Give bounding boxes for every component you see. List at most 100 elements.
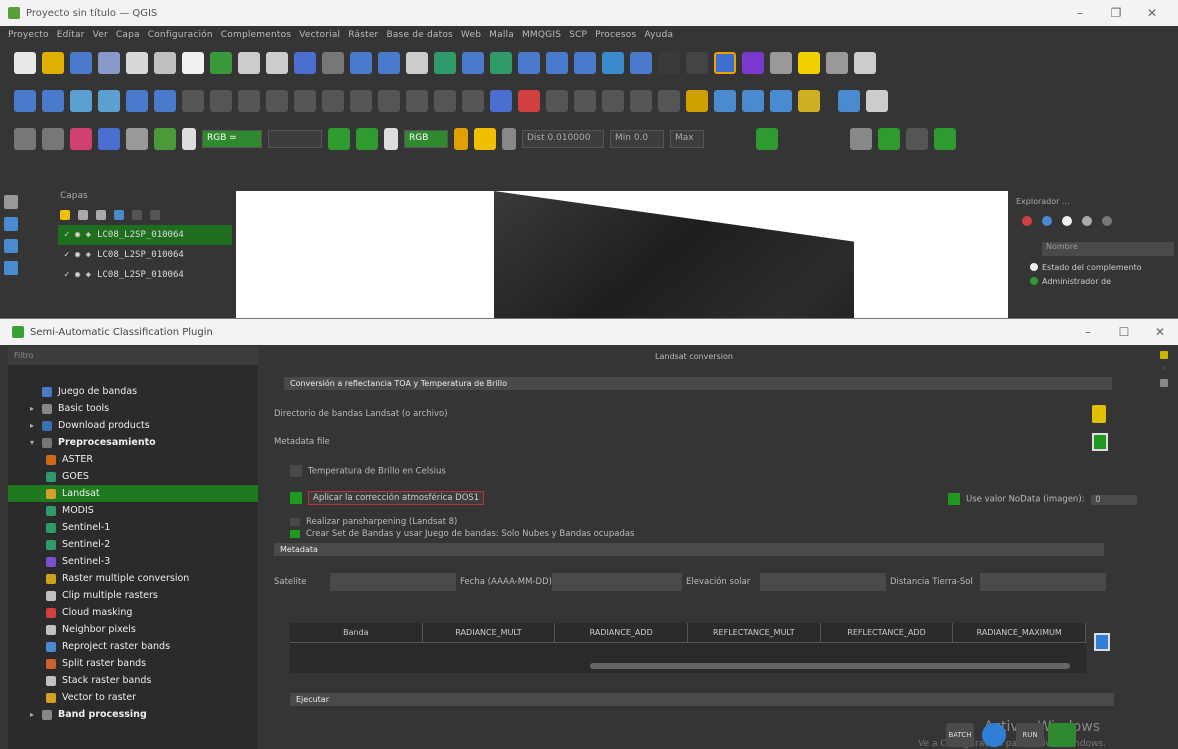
select-icon[interactable] (658, 52, 680, 74)
plugin-3-icon[interactable] (838, 90, 860, 112)
tips-icon[interactable] (854, 52, 876, 74)
dos1-option[interactable]: Aplicar la corrección atmosférica DOS1 (290, 491, 485, 505)
redo-icon[interactable] (322, 90, 344, 112)
scp-tool-2-icon[interactable] (574, 90, 596, 112)
minimize-icon[interactable]: – (1062, 6, 1098, 20)
dos1-checkbox[interactable] (290, 491, 302, 504)
new-project-icon[interactable] (14, 52, 36, 74)
max-input[interactable]: Max (670, 130, 704, 148)
menu-vectorial[interactable]: Vectorial (299, 30, 340, 40)
layer-style-icon[interactable] (60, 210, 70, 220)
rgb-select[interactable]: RGB = (202, 130, 262, 148)
scp-add-icon[interactable] (474, 128, 496, 150)
create-bandset-option[interactable]: Crear Set de Bandas y usar Juego de band… (290, 529, 634, 539)
layer-item[interactable]: ✓ ◉ ◈ LC08_L2SP_010064 (58, 245, 232, 265)
scp-menu-item[interactable]: ▸ Download products (8, 417, 258, 434)
browser-row[interactable]: Estado del complemento (1012, 260, 1178, 274)
paste-icon[interactable] (266, 90, 288, 112)
search-icon[interactable] (826, 52, 848, 74)
column-header[interactable]: RADIANCE_MULT (423, 623, 556, 642)
zoom-next-icon[interactable] (434, 52, 456, 74)
nodata-option[interactable]: Use valor NoData (imagen): 0 (948, 493, 1138, 505)
column-header[interactable]: RADIANCE_MAXIMUM (953, 623, 1087, 642)
scp-layers-icon[interactable] (14, 128, 36, 150)
scp-menu-item[interactable]: Vector to raster (8, 689, 258, 706)
new-3d-view-icon[interactable] (490, 52, 512, 74)
copy-icon[interactable] (238, 90, 260, 112)
menu-scp[interactable]: SCP (569, 30, 587, 40)
rgb-select-2[interactable]: RGB (404, 130, 448, 148)
label-change-icon[interactable] (462, 90, 484, 112)
scp-side-tool-icon[interactable] (1160, 379, 1168, 387)
scp-menu-item[interactable]: GOES (8, 468, 258, 485)
layer-item[interactable]: ✓ ◉ ◈ LC08_L2SP_010064 (58, 265, 232, 285)
scp-menu-item[interactable]: ▸ Band processing (8, 706, 258, 723)
move-feature-icon[interactable] (154, 90, 176, 112)
scp-band2-icon[interactable] (98, 128, 120, 150)
date-input[interactable] (552, 573, 682, 591)
zoom-last-icon[interactable] (406, 52, 428, 74)
side-tool-1-icon[interactable] (4, 195, 18, 209)
scp-bar-icon[interactable] (454, 128, 468, 150)
side-tool-4-icon[interactable] (4, 261, 18, 275)
filter-icon[interactable] (114, 210, 124, 220)
menu-proyecto[interactable]: Proyecto (8, 30, 49, 40)
maximize-icon[interactable]: ❐ (1098, 6, 1134, 20)
scp-menu-item[interactable]: Neighbor pixels (8, 621, 258, 638)
identify-icon[interactable] (630, 52, 652, 74)
scp-menu-item[interactable]: Split raster bands (8, 655, 258, 672)
menu-ayuda[interactable]: Ayuda (644, 30, 673, 40)
scp-tool-5-icon[interactable] (658, 90, 680, 112)
pan-icon[interactable] (182, 52, 204, 74)
scp-zoom-icon[interactable] (126, 128, 148, 150)
scp-menu-item[interactable]: Sentinel-2 (8, 536, 258, 553)
expand-arrow-icon[interactable]: ▸ (30, 421, 40, 430)
select-metadata-button[interactable] (1092, 433, 1108, 451)
menu-raster[interactable]: Ráster (348, 30, 378, 40)
close-icon[interactable]: ✕ (1134, 6, 1170, 20)
measure-icon[interactable] (770, 52, 792, 74)
scp-tool-7-icon[interactable] (906, 128, 928, 150)
column-header[interactable]: REFLECTANCE_MULT (688, 623, 821, 642)
layer-add-group-icon[interactable] (78, 210, 88, 220)
column-header[interactable]: RADIANCE_ADD (555, 623, 689, 642)
scp-menu-item[interactable]: ▸ Basic tools (8, 400, 258, 417)
expand-arrow-icon[interactable]: ▾ (30, 438, 40, 447)
side-tool-3-icon[interactable] (4, 239, 18, 253)
scp-band-icon[interactable] (70, 128, 92, 150)
menu-web[interactable]: Web (461, 30, 481, 40)
vertex-tool-icon[interactable] (98, 90, 120, 112)
settings-icon[interactable] (714, 52, 736, 74)
scp-menu-item[interactable]: Juego de bandas (8, 383, 258, 400)
pansharpening-checkbox[interactable] (290, 517, 300, 526)
menu-mmqgis[interactable]: MMQGIS (522, 30, 561, 40)
new-map-view-icon[interactable] (462, 52, 484, 74)
menu-base-de-datos[interactable]: Base de datos (386, 30, 452, 40)
zoom-native-icon[interactable] (378, 52, 400, 74)
show-bookmarks-icon[interactable] (546, 52, 568, 74)
scp-filter-input[interactable]: Filtro (8, 347, 258, 365)
run-icon[interactable] (1048, 723, 1076, 747)
temporal-icon[interactable] (574, 52, 596, 74)
plugin-2-icon[interactable] (770, 90, 792, 112)
refresh-icon[interactable] (602, 52, 624, 74)
scp-menu-item[interactable]: ▾ Preprocesamiento (8, 434, 258, 451)
expand-arrow-icon[interactable]: ▸ (30, 404, 40, 413)
plugin-4-icon[interactable] (866, 90, 888, 112)
label-pin-icon[interactable] (378, 90, 400, 112)
scp-toggle-icon[interactable] (502, 128, 516, 150)
batch-icon[interactable] (982, 723, 1006, 747)
layer-item[interactable]: ✓ ◉ ◈ LC08_L2SP_010064 (58, 225, 232, 245)
annotation-icon[interactable] (798, 52, 820, 74)
scp-remove-icon[interactable] (42, 128, 64, 150)
browser-tool-2-icon[interactable] (1042, 216, 1052, 226)
delete-feature-icon[interactable] (182, 90, 204, 112)
satellite-input[interactable] (330, 573, 456, 591)
batch-button[interactable]: BATCH (946, 723, 974, 747)
bands-table-scrollbar[interactable] (590, 663, 1070, 669)
scp-menu-item[interactable]: Cloud masking (8, 604, 258, 621)
digitize-icon[interactable] (14, 90, 36, 112)
scp-tool-1-icon[interactable] (546, 90, 568, 112)
browser-tool-5-icon[interactable] (1102, 216, 1112, 226)
nodata-checkbox[interactable] (948, 493, 960, 505)
